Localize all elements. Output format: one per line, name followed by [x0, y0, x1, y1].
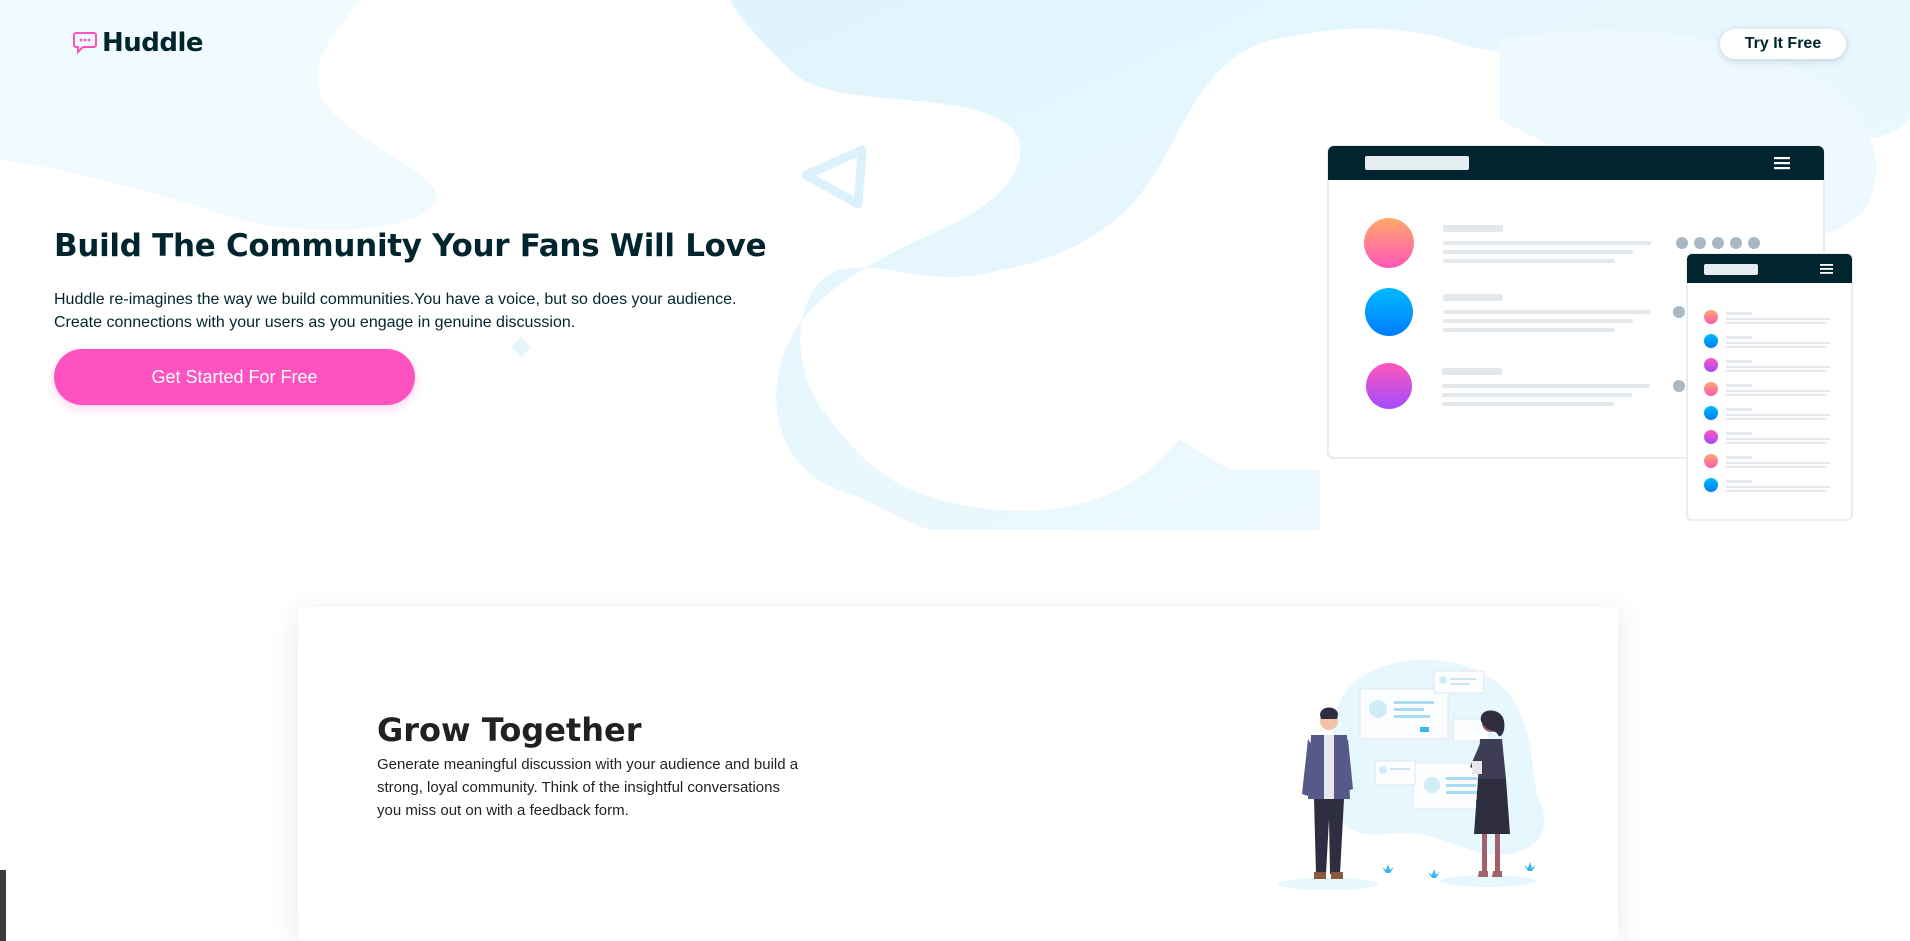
hero-description-line-2: Create connections with your users as yo… [54, 314, 576, 331]
grow-together-illustration [1278, 659, 1545, 890]
try-it-free-button[interactable]: Try It Free [1720, 29, 1846, 59]
grow-together-card: Grow Together Generate meaningful discus… [298, 607, 1618, 941]
brand-name: Huddle [102, 28, 204, 58]
app-mockup-illustration [1327, 145, 1853, 521]
brand-logo[interactable]: Huddle [72, 28, 204, 58]
hamburger-icon [1774, 157, 1790, 170]
chat-bubble-icon [73, 32, 97, 55]
hero-description: Huddle re-imagines the way we build comm… [54, 288, 814, 334]
mobile-hamburger-icon [1820, 264, 1833, 274]
hero-description-line-1: Huddle re-imagines the way we build comm… [54, 291, 737, 308]
get-started-button[interactable]: Get Started For Free [54, 349, 415, 405]
hero-title: Build The Community Your Fans Will Love [54, 228, 767, 264]
card-title: Grow Together [377, 711, 642, 749]
card-description: Generate meaningful discussion with your… [377, 756, 799, 819]
